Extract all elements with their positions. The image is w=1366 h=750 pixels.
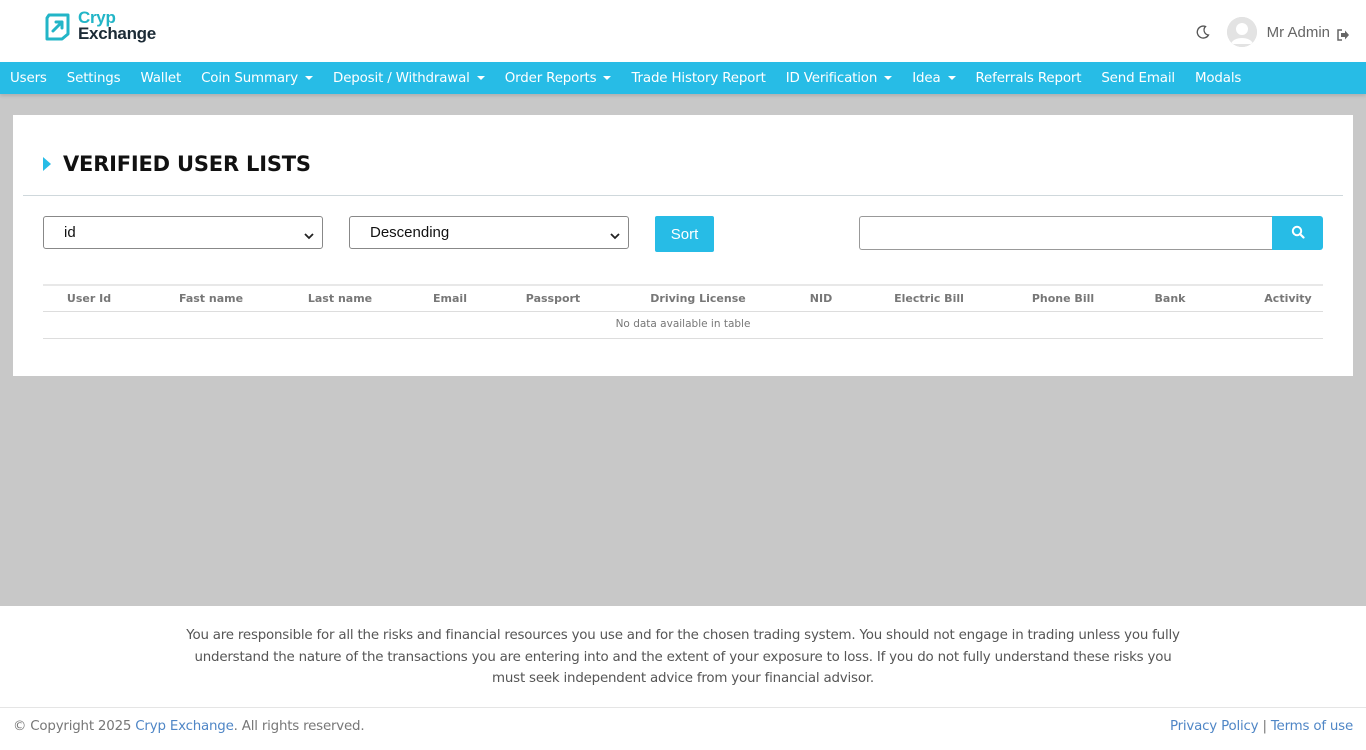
top-header: Cryp Exchange Mr Admin <box>0 0 1366 62</box>
nav-item-label: Idea <box>912 70 941 86</box>
nav-item-label: Referrals Report <box>975 70 1082 86</box>
copyright-suffix: . All rights reserved. <box>233 719 365 734</box>
nav-item-users[interactable]: Users <box>0 71 57 86</box>
column-header[interactable]: Email <box>433 292 467 305</box>
footer-links: Privacy Policy | Terms of use <box>1170 719 1353 734</box>
terms-of-use-link[interactable]: Terms of use <box>1271 719 1353 734</box>
main-nav: Users Settings Wallet Coin Summary Deposit /… <box>0 62 1366 94</box>
nav-item-wallet[interactable]: Wallet <box>130 71 191 86</box>
privacy-policy-link[interactable]: Privacy Policy <box>1170 719 1259 734</box>
divider <box>0 707 1366 708</box>
divider <box>23 195 1343 196</box>
sort-order-value: Descending <box>370 224 450 241</box>
nav-item-idea[interactable]: Idea <box>902 71 965 86</box>
column-header[interactable]: Electric Bill <box>894 292 964 305</box>
nav-item-label: ID Verification <box>785 70 878 86</box>
nav-item-label: Settings <box>66 70 121 86</box>
nav-item-label: Order Reports <box>504 70 597 86</box>
risk-disclaimer: You are responsible for all the risks an… <box>186 628 1180 686</box>
nav-item-modals[interactable]: Modals <box>1185 71 1251 86</box>
sort-field-select[interactable]: id <box>43 216 323 249</box>
logo-icon <box>44 12 71 41</box>
column-header[interactable]: User Id <box>67 292 111 305</box>
column-header[interactable]: Last name <box>308 292 372 305</box>
nav-item-deposit-withdrawal[interactable]: Deposit / Withdrawal <box>323 71 495 86</box>
column-header[interactable]: NID <box>810 292 832 305</box>
caret-right-icon <box>43 157 51 171</box>
copyright-prefix: © Copyright 2025 <box>13 719 136 734</box>
page-title-wrapper: VERIFIED USER LISTS <box>43 152 311 176</box>
brand-name-line2: Exchange <box>78 24 156 43</box>
chevron-down-icon <box>304 228 314 240</box>
search-button[interactable] <box>1272 216 1323 250</box>
moon-icon[interactable] <box>1195 24 1211 40</box>
verified-users-card: VERIFIED USER LISTS id Descending Sort U… <box>13 115 1353 376</box>
nav-item-label: Trade History Report <box>631 70 766 86</box>
avatar[interactable] <box>1226 17 1257 47</box>
caret-down-icon <box>305 76 314 80</box>
nav-item-label: Coin Summary <box>201 70 299 86</box>
search-icon <box>1291 224 1305 243</box>
logout-icon[interactable] <box>1336 26 1350 41</box>
sort-field-value: id <box>64 224 76 241</box>
column-header[interactable]: Activity <box>1264 292 1311 305</box>
nav-item-settings[interactable]: Settings <box>57 71 131 86</box>
sort-order-select[interactable]: Descending <box>349 216 629 249</box>
nav-item-coin-summary[interactable]: Coin Summary <box>191 71 323 86</box>
nav-item-label: Users <box>10 70 47 86</box>
table-header: User Id Fast name Last name Email Passport Dr… <box>43 284 1323 312</box>
search-input[interactable] <box>859 216 1274 250</box>
nav-item-label: Deposit / Withdrawal <box>333 70 470 86</box>
user-name[interactable]: Mr Admin <box>1267 24 1330 41</box>
nav-item-order-reports[interactable]: Order Reports <box>495 71 622 86</box>
caret-down-icon <box>603 76 612 80</box>
nav-item-id-verification[interactable]: ID Verification <box>776 71 903 86</box>
nav-item-referrals-report[interactable]: Referrals Report <box>966 71 1092 86</box>
empty-table-message: No data available in table <box>43 312 1323 339</box>
column-header[interactable]: Bank <box>1155 292 1186 305</box>
column-header[interactable]: Phone Bill <box>1032 292 1094 305</box>
brand-logo[interactable]: Cryp Exchange <box>44 9 156 43</box>
column-header[interactable]: Fast name <box>179 292 243 305</box>
verified-users-table: User Id Fast name Last name Email Passport Dr… <box>43 284 1323 339</box>
copyright-brand-link[interactable]: Cryp Exchange <box>135 719 234 734</box>
nav-item-label: Modals <box>1194 70 1242 86</box>
chevron-down-icon <box>610 228 620 240</box>
sort-button[interactable]: Sort <box>655 216 714 252</box>
caret-down-icon <box>884 76 893 80</box>
column-header[interactable]: Driving License <box>650 292 745 305</box>
page-title: VERIFIED USER LISTS <box>63 152 311 176</box>
nav-item-label: Wallet <box>140 70 182 86</box>
caret-down-icon <box>947 76 956 80</box>
page-footer: You are responsible for all the risks an… <box>0 606 1366 750</box>
nav-item-send-email[interactable]: Send Email <box>1091 71 1185 86</box>
nav-item-trade-history-report[interactable]: Trade History Report <box>621 71 775 86</box>
link-separator: | <box>1258 719 1271 734</box>
column-header[interactable]: Passport <box>526 292 580 305</box>
copyright: © Copyright 2025 Cryp Exchange. All righ… <box>13 719 365 734</box>
caret-down-icon <box>476 76 485 80</box>
nav-item-label: Send Email <box>1101 70 1175 86</box>
